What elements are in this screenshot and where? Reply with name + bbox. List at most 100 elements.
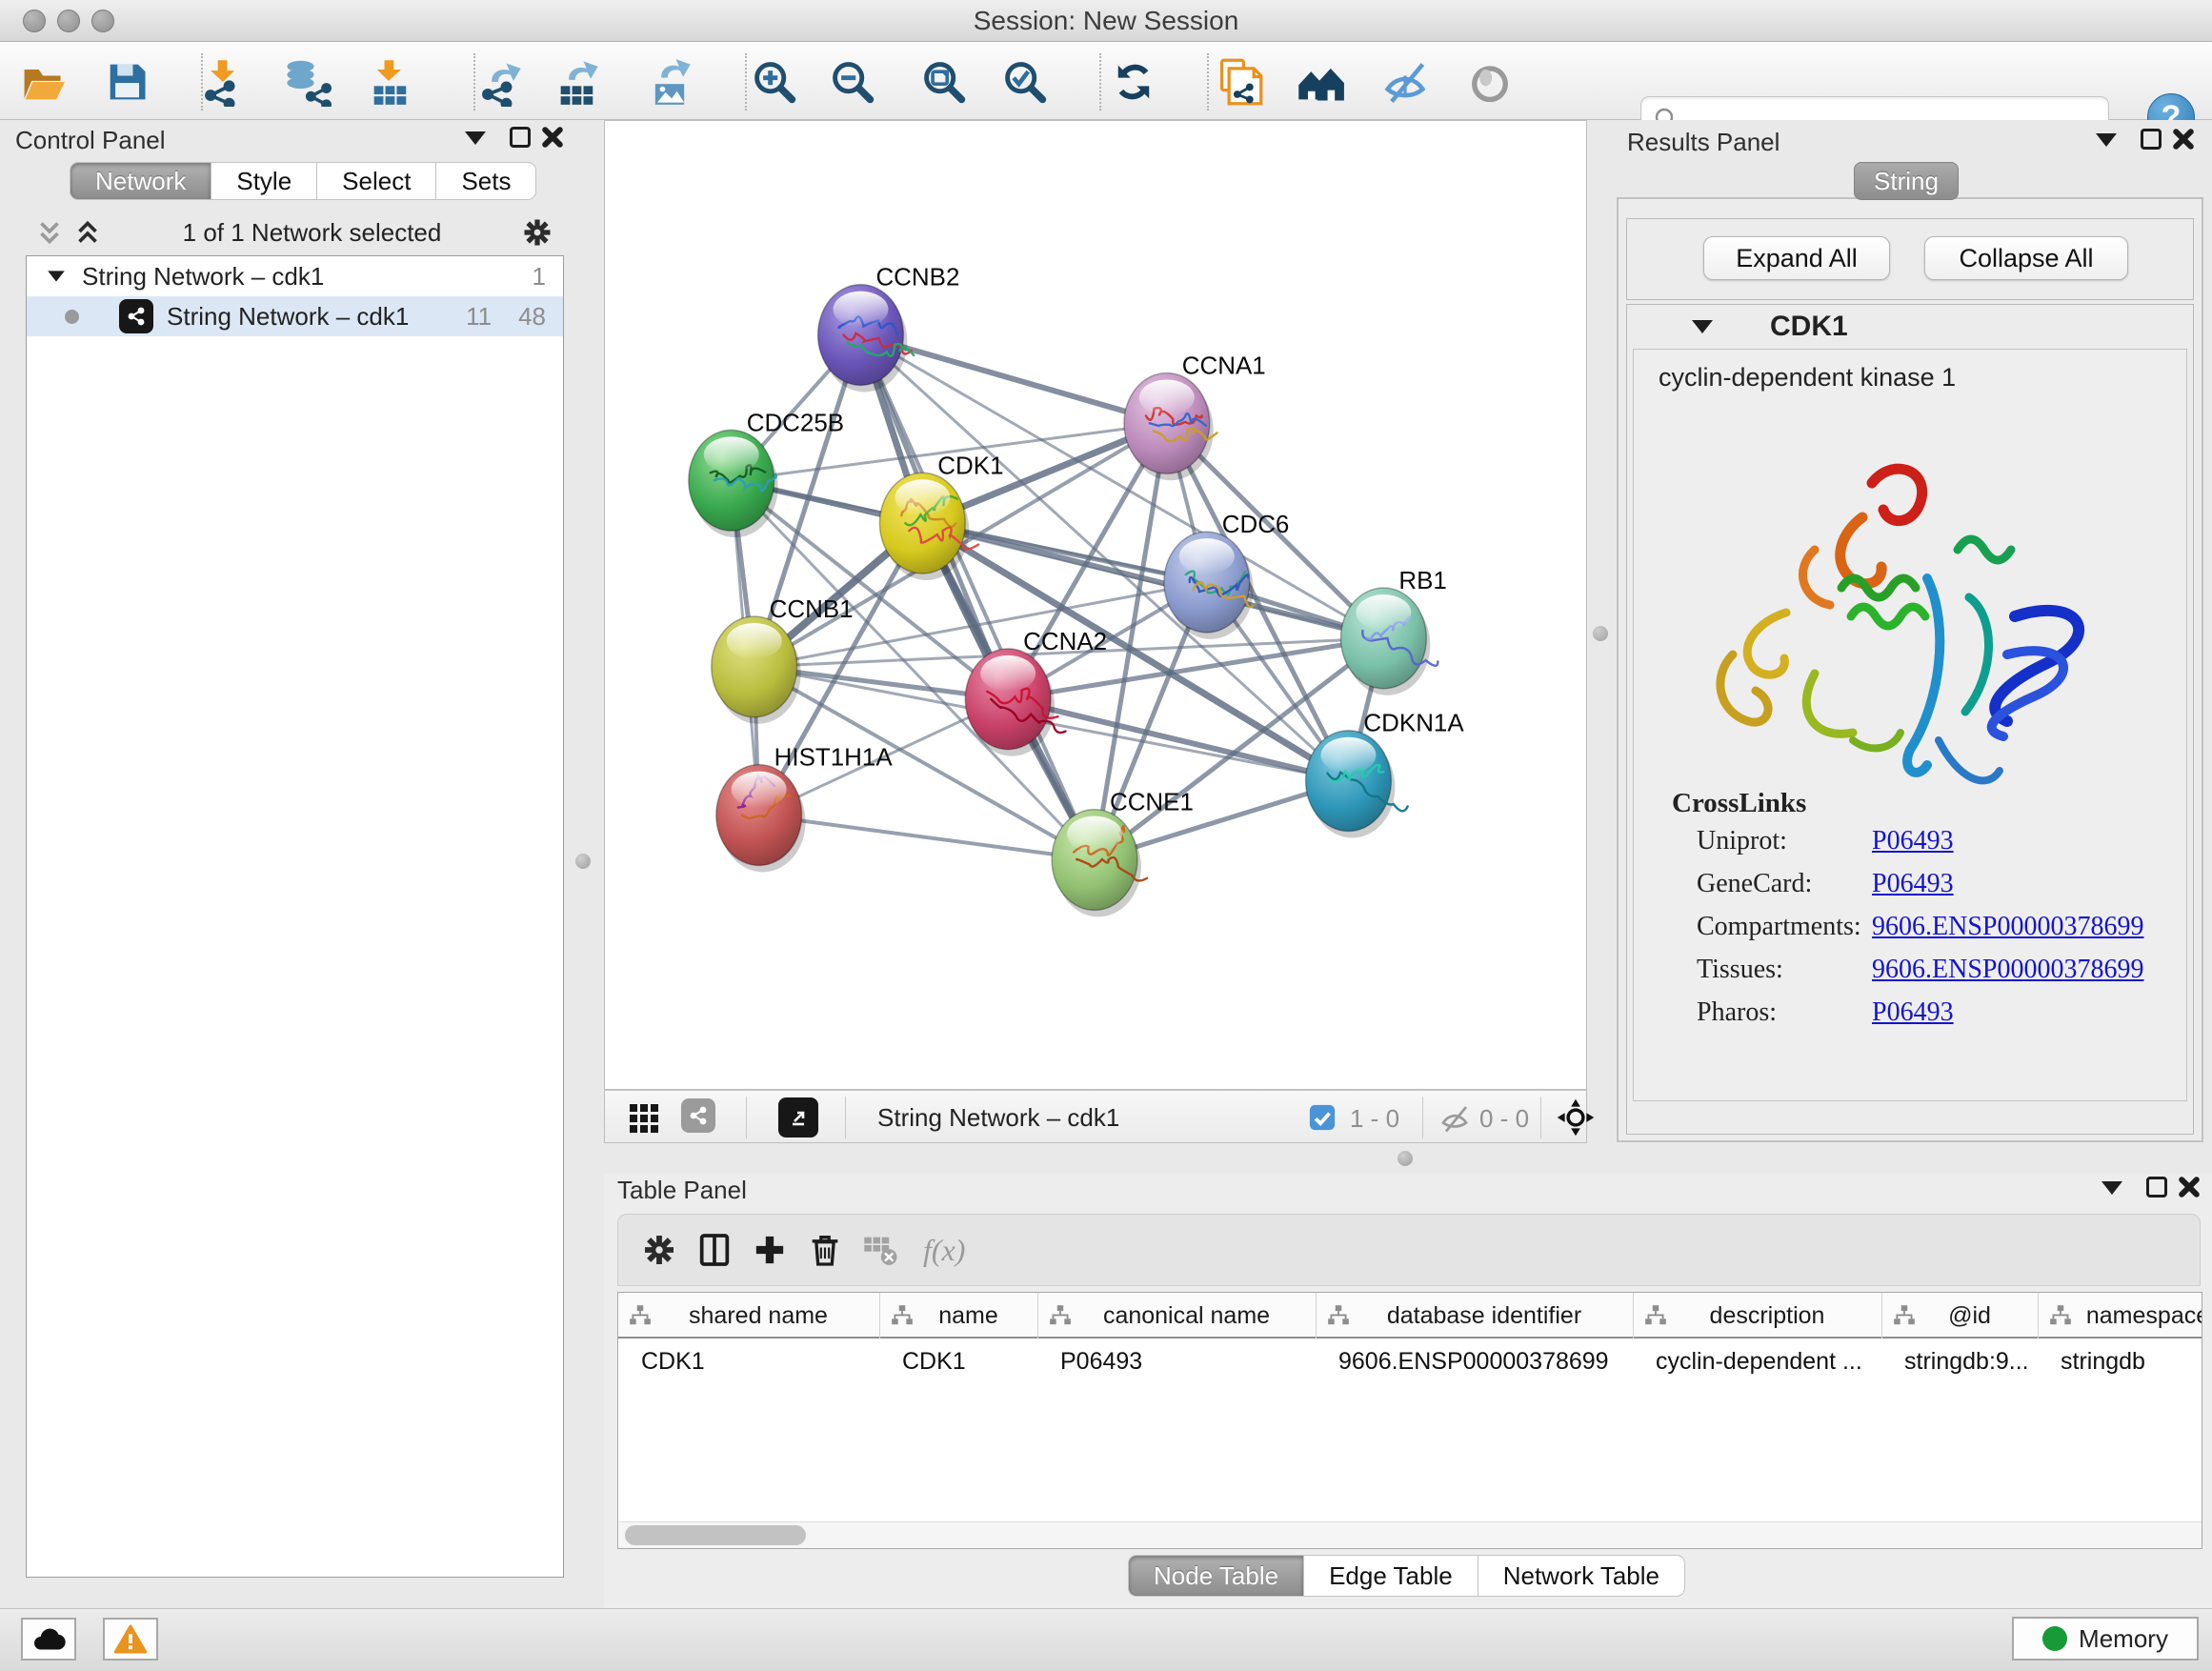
panel-float-icon[interactable] xyxy=(510,127,531,148)
collapse-all-icon[interactable] xyxy=(33,216,66,249)
panel-menu-icon[interactable] xyxy=(2096,133,2117,147)
network-canvas[interactable]: CCNB2CCNA1CDC25BCDK1CDC6RB1CCNB1CCNA2CDK… xyxy=(604,120,1587,1090)
column-header-name[interactable]: name xyxy=(879,1293,1037,1339)
table-hscrollbar[interactable] xyxy=(619,1521,2202,1548)
node-CDKN1A[interactable]: CDKN1A xyxy=(1306,711,1465,838)
expand-all-icon[interactable] xyxy=(71,216,104,249)
home-icon xyxy=(1296,57,1345,107)
horizontal-splitter-handle[interactable] xyxy=(1398,1151,1413,1166)
node-table[interactable]: shared name name canonical namedatabase id… xyxy=(617,1292,2202,1549)
refresh-button[interactable] xyxy=(1106,54,1161,110)
zoom-selected-button[interactable] xyxy=(997,54,1053,110)
open-in-new-window-icon[interactable] xyxy=(778,1097,818,1137)
table-cell[interactable]: stringdb:9... xyxy=(1881,1340,2038,1382)
network-collection-row[interactable]: String Network – cdk1 1 xyxy=(27,256,563,296)
zoom-in-button[interactable] xyxy=(747,54,802,110)
export-table-button[interactable] xyxy=(550,54,605,110)
export-image-button[interactable] xyxy=(642,54,697,110)
table-gear-icon[interactable] xyxy=(632,1226,687,1274)
section-collapse-icon[interactable] xyxy=(1692,320,1713,333)
add-column-icon[interactable] xyxy=(742,1226,797,1274)
collapse-all-button[interactable]: Collapse All xyxy=(1924,236,2128,280)
hidden-eye-slash-icon[interactable] xyxy=(1438,1101,1472,1136)
node-CCNB1[interactable]: CCNB1 xyxy=(712,596,854,724)
hide-details-button[interactable] xyxy=(1377,54,1433,110)
table-cell[interactable]: P06493 xyxy=(1037,1340,1316,1382)
node-count: 11 xyxy=(466,302,492,332)
duplicate-network-button[interactable] xyxy=(1212,54,1267,110)
panel-float-icon[interactable] xyxy=(2141,129,2162,150)
tab-sets[interactable]: Sets xyxy=(436,162,536,200)
warning-button[interactable] xyxy=(103,1618,158,1661)
panel-menu-icon[interactable] xyxy=(465,131,486,145)
table-cell[interactable]: 9606.ENSP00000378699 xyxy=(1316,1340,1633,1382)
tab-node-table[interactable]: Node Table xyxy=(1128,1555,1304,1597)
network-graph[interactable]: CCNB2CCNA1CDC25BCDK1CDC6RB1CCNB1CCNA2CDK… xyxy=(605,121,1586,1089)
right-splitter-handle[interactable] xyxy=(1593,626,1608,641)
export-table-icon xyxy=(553,57,602,107)
column-header-sharedname[interactable]: shared name xyxy=(618,1293,879,1339)
selected-checkbox-icon[interactable] xyxy=(1308,1103,1337,1132)
node-HIST1H1A[interactable]: HIST1H1A xyxy=(716,745,894,873)
cloud-button[interactable] xyxy=(21,1618,76,1661)
tab-style[interactable]: Style xyxy=(211,162,317,200)
crosslink-link[interactable]: P06493 xyxy=(1872,997,1954,1028)
control-panel: Control Panel NetworkStyleSelectSets 1 o… xyxy=(0,120,593,1608)
open-file-button[interactable] xyxy=(14,54,70,110)
results-panel-title: Results Panel xyxy=(1627,128,1780,157)
node-CCNA1[interactable]: CCNA1 xyxy=(1124,352,1266,480)
network-view-icon[interactable] xyxy=(681,1098,715,1133)
save-session-button[interactable] xyxy=(99,54,154,110)
expand-all-button[interactable]: Expand All xyxy=(1703,236,1890,280)
crosslink-link[interactable]: P06493 xyxy=(1872,826,1954,856)
import-database-button[interactable] xyxy=(279,54,334,110)
collection-count: 1 xyxy=(533,262,546,292)
protein-structure-image xyxy=(1672,426,2148,836)
node-CDC25B[interactable]: CDC25B xyxy=(689,410,844,537)
tab-select[interactable]: Select xyxy=(317,162,436,200)
panel-float-icon[interactable] xyxy=(2146,1177,2167,1198)
gear-icon[interactable] xyxy=(520,215,554,250)
zoom-out-button[interactable] xyxy=(825,54,880,110)
show-columns-icon[interactable] xyxy=(687,1226,742,1274)
tree-collapse-icon[interactable] xyxy=(48,271,65,281)
crosslink-link[interactable]: 9606.ENSP00000378699 xyxy=(1872,955,2143,985)
table-cell[interactable]: cyclin-dependent ... xyxy=(1633,1340,1881,1382)
panel-close-icon[interactable] xyxy=(541,126,564,149)
table-cell[interactable]: stringdb xyxy=(2038,1340,2202,1382)
import-table-icon xyxy=(366,57,415,107)
panel-close-icon[interactable] xyxy=(2172,128,2195,151)
zoom-fit-button[interactable] xyxy=(916,54,972,110)
tab-edge-table[interactable]: Edge Table xyxy=(1304,1555,1478,1597)
crosslink-link[interactable]: P06493 xyxy=(1872,869,1954,899)
column-header-canonicalname[interactable]: canonical name xyxy=(1037,1293,1316,1339)
network-row[interactable]: String Network – cdk1 11 48 xyxy=(27,296,563,336)
tab-network-table[interactable]: Network Table xyxy=(1478,1555,1685,1597)
node-CCNB2[interactable]: CCNB2 xyxy=(818,265,960,393)
table-cell[interactable]: CDK1 xyxy=(879,1340,1037,1382)
column-header-id[interactable]: @id xyxy=(1881,1293,2038,1339)
column-label: name xyxy=(938,1302,998,1330)
column-header-description[interactable]: description xyxy=(1633,1293,1881,1339)
node-CDC6[interactable]: CDC6 xyxy=(1164,512,1290,639)
import-table-button[interactable] xyxy=(363,54,418,110)
node-RB1[interactable]: RB1 xyxy=(1340,568,1446,695)
tab-string[interactable]: String xyxy=(1854,162,1959,200)
memory-button[interactable]: Memory xyxy=(2012,1617,2199,1661)
home-button[interactable] xyxy=(1293,54,1348,110)
left-splitter-handle[interactable] xyxy=(575,854,591,869)
delete-column-icon[interactable] xyxy=(797,1226,853,1274)
show-details-button[interactable] xyxy=(1462,54,1518,110)
column-header-namespace[interactable]: namespace xyxy=(2038,1293,2202,1339)
crosslink-link[interactable]: 9606.ENSP00000378699 xyxy=(1872,912,2143,942)
export-network-button[interactable] xyxy=(473,54,528,110)
birds-eye-view-icon[interactable] xyxy=(1556,1097,1596,1137)
tab-network[interactable]: Network xyxy=(70,162,211,200)
panel-menu-icon[interactable] xyxy=(2101,1181,2122,1195)
table-cell[interactable]: CDK1 xyxy=(618,1340,879,1382)
node-label-CDK1: CDK1 xyxy=(937,453,1003,479)
column-header-databaseidentifier[interactable]: database identifier xyxy=(1316,1293,1633,1339)
panel-close-icon[interactable] xyxy=(2178,1176,2201,1198)
grid-view-icon[interactable] xyxy=(628,1102,660,1135)
hscrollbar-thumb[interactable] xyxy=(625,1525,806,1545)
